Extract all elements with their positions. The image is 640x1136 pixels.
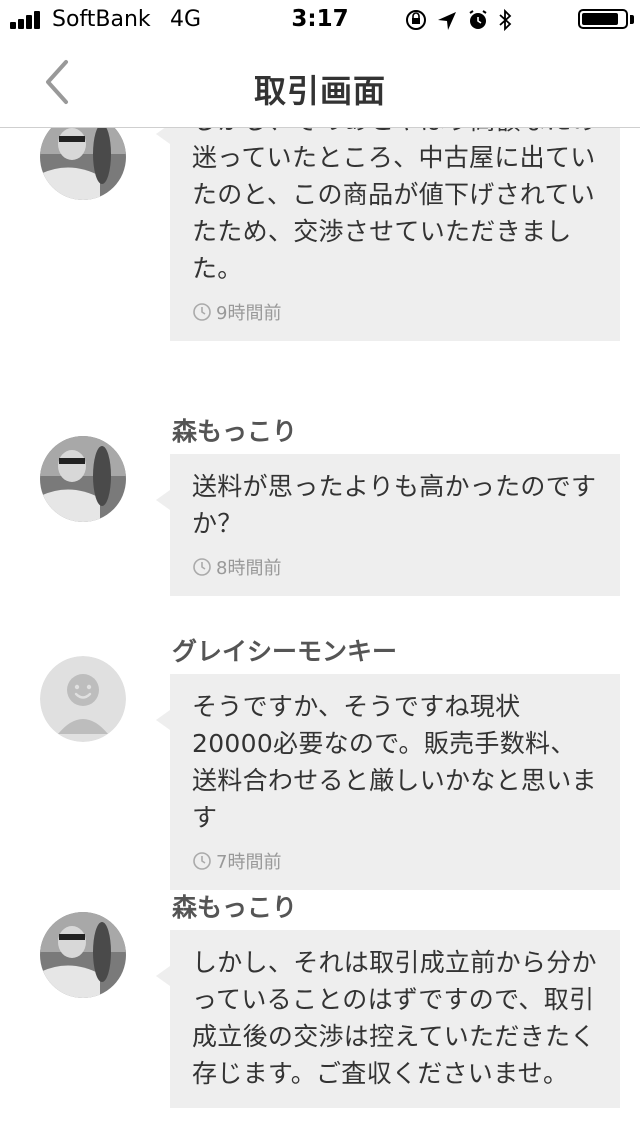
- sender-name: グレイシーモンキー: [172, 637, 398, 666]
- clock-icon: [193, 303, 211, 321]
- message-bubble: そうですか、そうですね現状20000必要なので。販売手数料、送料合わせると厳しい…: [156, 674, 620, 890]
- avatar[interactable]: [40, 912, 126, 998]
- message-text: しかし、それは取引成立前から分かっていることのはずですので、取引成立後の交渉は控…: [192, 948, 597, 1088]
- timestamp-text: 8時間前: [216, 558, 282, 579]
- message-bubble: 送料が思ったよりも高かったのですか？ 8時間前: [156, 454, 620, 596]
- battery-tip: [630, 15, 634, 24]
- rotation-lock-icon: [406, 10, 426, 30]
- bluetooth-icon: [499, 8, 512, 32]
- status-icons: [373, 8, 512, 32]
- battery-icon: [578, 9, 628, 29]
- status-bar: SoftBank 4G 3:17: [0, 0, 640, 40]
- message-list[interactable]: しかし、そのあとやはり高額なため迷っていたところ、中古屋に出ていたのと、この商品…: [0, 128, 640, 1136]
- clock-icon: [193, 852, 211, 870]
- timestamp-text: 9時間前: [216, 303, 282, 324]
- message-bubble: しかし、そのあとやはり高額なため迷っていたところ、中古屋に出ていたのと、この商品…: [156, 128, 620, 341]
- message-bubble: しかし、それは取引成立前から分かっていることのはずですので、取引成立後の交渉は控…: [156, 930, 620, 1108]
- message-text: そうですか、そうですね現状20000必要なので。販売手数料、送料合わせると厳しい…: [192, 692, 597, 832]
- avatar[interactable]: [40, 128, 126, 200]
- message-timestamp: 7時間前: [192, 848, 598, 874]
- avatar[interactable]: [40, 436, 126, 522]
- timestamp-text: 7時間前: [216, 852, 282, 873]
- message-timestamp: 9時間前: [192, 299, 598, 325]
- message-text: 送料が思ったよりも高かったのですか？: [192, 472, 597, 538]
- default-avatar[interactable]: [40, 656, 126, 742]
- navigation-bar: 取引画面: [0, 40, 640, 128]
- message-text: しかし、そのあとやはり高額なため迷っていたところ、中古屋に出ていたのと、この商品…: [192, 128, 597, 283]
- sender-name: 森もっこり: [172, 893, 298, 922]
- sender-name: 森もっこり: [172, 417, 298, 446]
- clock-icon: [193, 558, 211, 576]
- message-timestamp: 8時間前: [192, 554, 598, 580]
- do-not-disturb-icon: [373, 11, 388, 28]
- alarm-icon: [469, 10, 487, 29]
- status-time: 3:17: [291, 6, 349, 32]
- page-title: 取引画面: [253, 72, 386, 110]
- location-icon: [438, 12, 456, 30]
